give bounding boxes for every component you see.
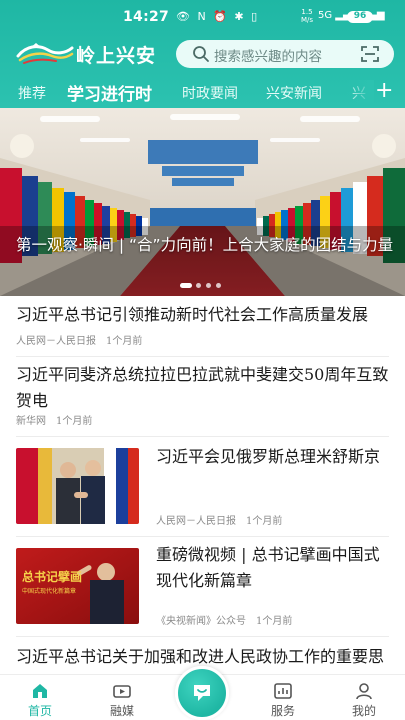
news-thumbnail[interactable]: 总书记擘画 中国式现代化新篇章 [16,548,139,624]
center-chat-icon [194,685,210,701]
news-time: 1个月前 [246,516,283,527]
news-title[interactable]: 重磅微视频 | 总书记擘画中国式现代化新篇章 [156,542,391,594]
tab-recommend[interactable]: 推荐 [18,83,46,103]
nav-home-label: 首页 [27,704,52,718]
banner-caption[interactable]: 第一观察·瞬间 | “合”力向前！上合大家庭的团结与力量 [16,235,396,256]
network-speed-value: 1.5 [301,8,313,16]
banner-image [0,108,405,296]
nav-media-label: 融媒 [109,704,134,718]
video-cover-title: 总书记擘画 [22,570,83,584]
carousel-dot [216,283,221,288]
video-cover-subtitle: 中国式现代化新篇章 [22,588,77,595]
service-icon [274,683,292,699]
nav-media[interactable]: 融媒 [92,675,152,720]
scan-icon[interactable] [360,44,380,64]
search-placeholder[interactable]: 搜索感兴趣的内容 [214,45,322,65]
news-meta: 新华网 1个月前 [16,412,92,427]
app-header: 14:27 👁 N ⏰ ✱ ▯ 1.5 M/s 5G ▂▄▆ ▂▄▆ 96 岭上… [0,0,405,108]
nav-profile-label: 我的 [351,704,376,718]
network-speed: 1.5 M/s [300,8,314,24]
network-speed-unit: M/s [300,16,314,24]
news-item[interactable]: 习近平会见俄罗斯总理米舒斯京 人民网－人民日报 1个月前 [0,436,405,536]
tab-politics[interactable]: 时政要闻 [182,83,238,103]
tab-fade [346,80,374,106]
status-time: 14:27 [123,9,170,25]
news-source: 人民网－人民日报 [16,336,96,347]
news-meta: 人民网－人民日报 1个月前 [156,512,282,527]
tab-study[interactable]: 学习进行时 [67,80,152,105]
news-source: 新华网 [16,416,46,427]
news-meta: 《央视新闻》公众号 1个月前 [156,612,292,627]
media-icon [113,685,131,698]
news-item[interactable]: 总书记擘画 中国式现代化新篇章 重磅微视频 | 总书记擘画中国式现代化新篇章 《… [0,536,405,636]
nav-service[interactable]: 服务 [253,675,313,720]
news-title[interactable]: 习近平同斐济总统拉拉巴拉武就中斐建交50周年互致贺电 [16,362,391,414]
battery-icon: 96 [347,11,373,23]
home-icon [33,684,47,698]
banner-carousel[interactable] [0,108,405,296]
news-meta: 人民网－人民日报 1个月前 [16,332,142,347]
news-thumbnail[interactable] [16,448,139,524]
news-source: 《央视新闻》公众号 [156,616,246,627]
tab-more-button[interactable]: + [375,78,393,104]
app-logo-icon [16,43,74,64]
nav-profile[interactable]: 我的 [334,675,394,720]
channel-tabs: 推荐 学习进行时 时政要闻 兴安新闻 兴 + [0,78,405,106]
nav-service-label: 服务 [270,704,295,718]
carousel-dot-active [180,283,192,288]
news-time: 1个月前 [106,336,143,347]
search-icon[interactable] [192,45,210,63]
app-title: 岭上兴安 [76,45,157,67]
meeting-photo-image [16,448,139,524]
news-time: 1个月前 [256,616,293,627]
news-item[interactable]: 习近平总书记引领推动新时代社会工作高质量发展 人民网－人民日报 1个月前 [0,296,405,356]
news-item[interactable]: 习近平同斐济总统拉拉巴拉武就中斐建交50周年互致贺电 新华网 1个月前 [0,356,405,436]
status-icons: 👁 N ⏰ ✱ ▯ [176,10,260,23]
nav-home[interactable]: 首页 [10,675,70,720]
status-bar: 14:27 👁 N ⏰ ✱ ▯ 1.5 M/s 5G ▂▄▆ ▂▄▆ 96 [0,0,405,34]
carousel-dot [206,283,211,288]
news-title[interactable]: 习近平会见俄罗斯总理米舒斯京 [156,444,386,470]
center-action-button[interactable] [175,666,229,720]
tab-xingan-news[interactable]: 兴安新闻 [266,83,322,103]
news-title[interactable]: 习近平总书记引领推动新时代社会工作高质量发展 [16,302,391,328]
news-source: 人民网－人民日报 [156,516,236,527]
battery-cap [374,15,376,20]
news-time: 1个月前 [56,416,93,427]
carousel-dot [196,283,201,288]
profile-icon [356,683,372,700]
